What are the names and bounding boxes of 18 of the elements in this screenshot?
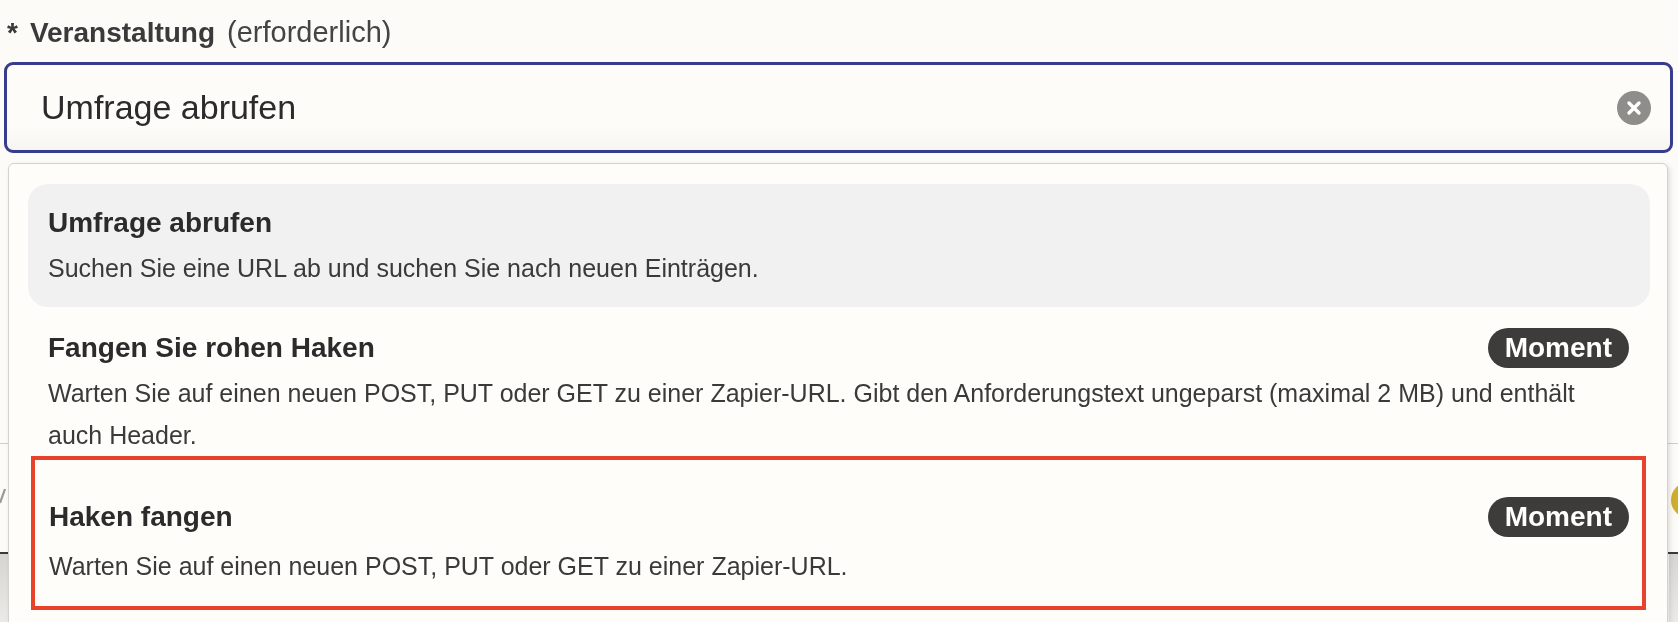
type-badge: Moment — [1487, 497, 1629, 537]
field-hint: (erforderlich) — [227, 15, 392, 49]
option-description: Suchen Sie eine URL ab und suchen Sie nach neuen Einträgen. — [48, 253, 760, 284]
required-mark: * — [7, 16, 18, 50]
option-item[interactable]: Umfrage abrufen Suchen Sie eine URL ab und suchen Sie nach neuen Einträgen. — [28, 184, 1650, 307]
chevron-icon — [0, 488, 6, 504]
option-title: Umfrage abrufen — [48, 206, 273, 240]
option-item[interactable]: Fangen Sie rohen Haken Moment Warten Sie auf einen neuen POST, PUT oder GET zu einer Zapier-URL. Gibt den Anforderungstext ungeparst (maximal 2 MB) und enthält auch Header. — [28, 307, 1650, 456]
option-title: Fangen Sie rohen Haken — [48, 331, 375, 365]
option-title: Haken fangen — [49, 500, 233, 534]
option-description: Warten Sie auf einen neuen POST, PUT oder GET zu einer Zapier-URL. Gibt den Anforderungstext ungeparst (maximal 2 MB) und enthält auch Header. — [48, 378, 1576, 451]
background-strip — [1669, 554, 1678, 622]
type-badge: Moment — [1487, 328, 1629, 368]
clear-icon[interactable] — [1617, 91, 1651, 125]
event-select-field[interactable]: Umfrage abrufen — [4, 62, 1673, 153]
option-item[interactable]: Haken fangen Moment Warten Sie auf einen neuen POST, PUT oder GET zu einer Zapier-URL. — [31, 456, 1646, 610]
option-description: Warten Sie auf einen neuen POST, PUT oder GET zu einer Zapier-URL. — [49, 551, 849, 582]
field-label: Veranstaltung — [29, 16, 216, 50]
